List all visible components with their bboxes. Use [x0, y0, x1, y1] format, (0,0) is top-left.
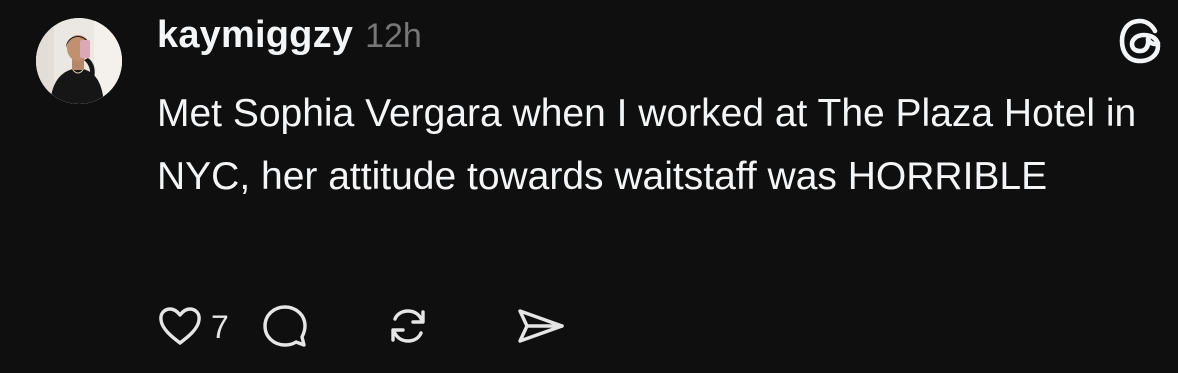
post-header: kaymiggzy 12h — [157, 14, 422, 66]
avatar[interactable] — [36, 18, 122, 104]
share-button[interactable] — [515, 304, 567, 348]
repost-button[interactable] — [385, 304, 515, 348]
post-text: Met Sophia Vergara when I worked at The … — [157, 92, 1137, 198]
username[interactable]: kaymiggzy — [157, 14, 353, 57]
like-count: 7 — [211, 308, 229, 345]
post: kaymiggzy 12h Met Sophia Vergara when I … — [0, 0, 1178, 373]
send-icon — [518, 309, 564, 343]
speech-bubble-icon — [263, 305, 307, 347]
timestamp: 12h — [365, 17, 422, 55]
heart-icon — [159, 307, 201, 345]
like-button[interactable]: 7 — [157, 304, 261, 348]
avatar-image — [36, 18, 122, 104]
threads-logo-icon[interactable] — [1114, 14, 1168, 68]
reply-button[interactable] — [261, 302, 385, 350]
repost-arrows-icon — [391, 309, 425, 343]
action-bar: 7 — [157, 300, 567, 352]
